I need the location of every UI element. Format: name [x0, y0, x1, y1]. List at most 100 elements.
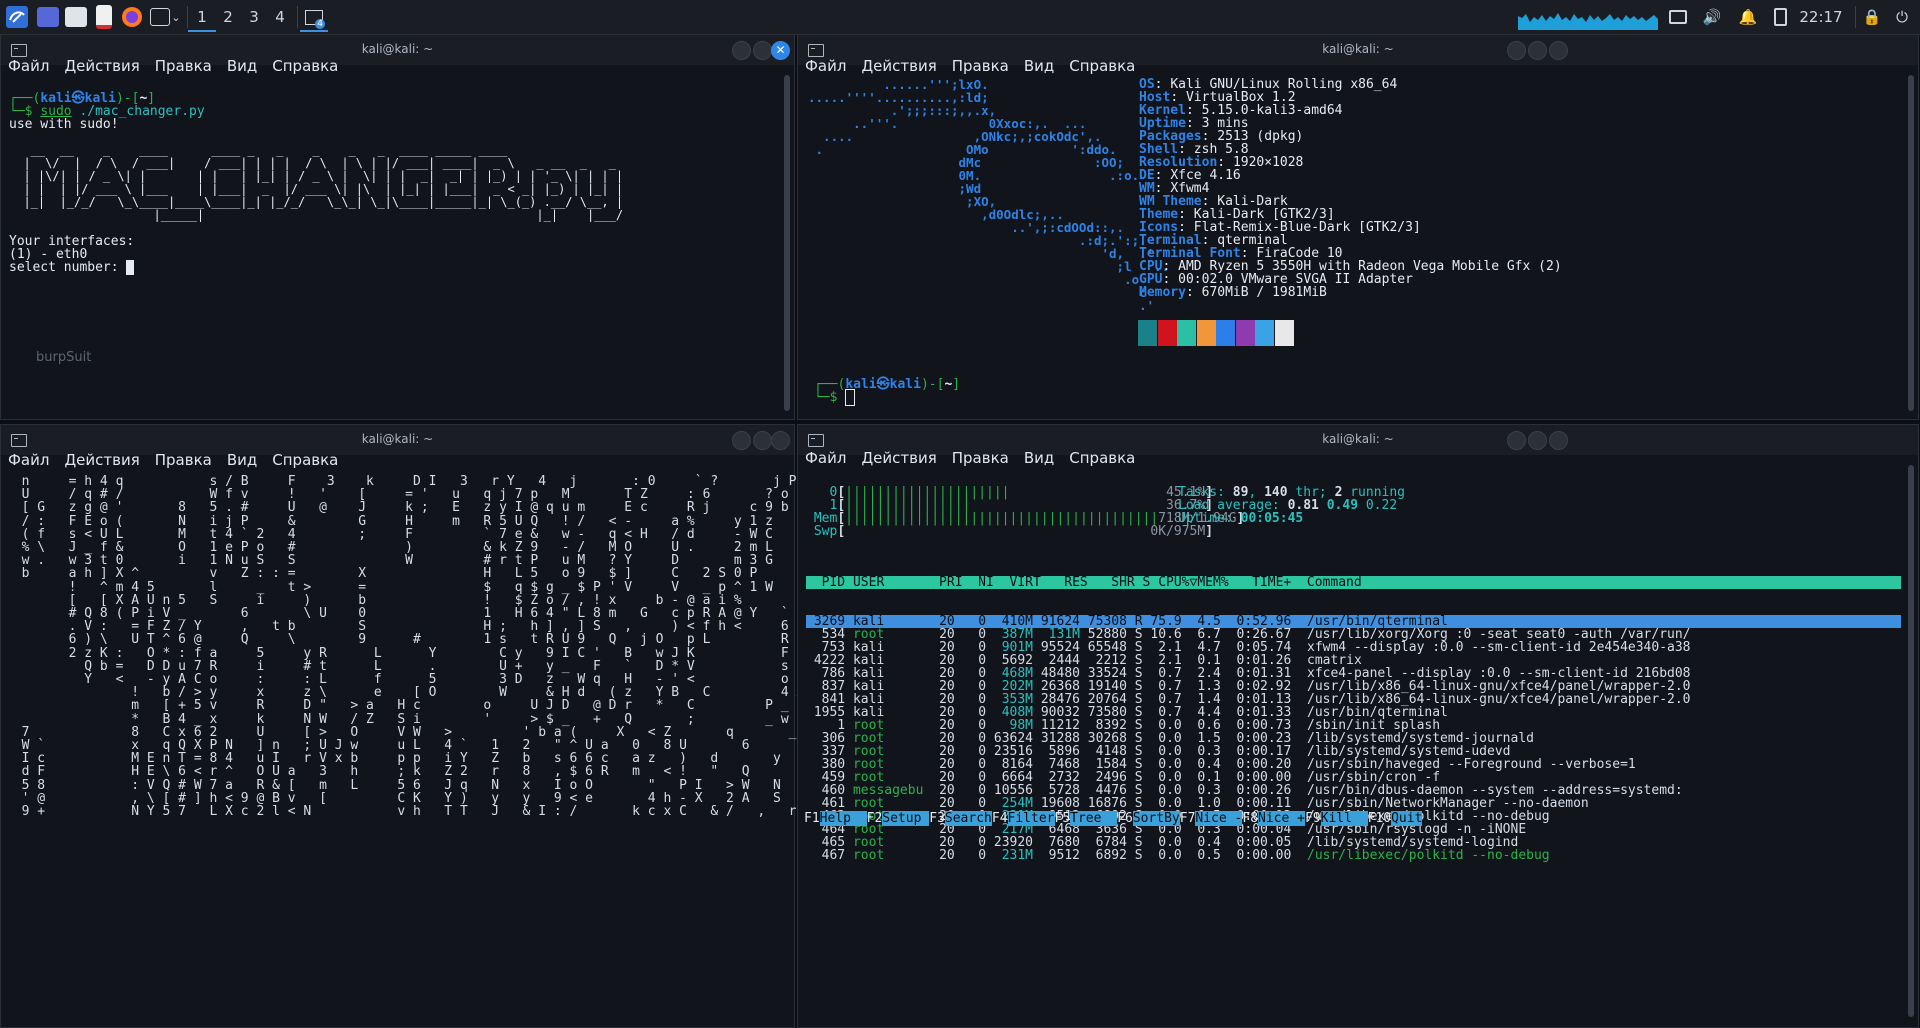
- menu-edit[interactable]: Правка: [945, 57, 1017, 79]
- fkey-label[interactable]: Nice +: [1258, 811, 1305, 826]
- menu-edit[interactable]: Правка: [148, 451, 220, 473]
- uptime-label: Uptime:: [1178, 511, 1233, 526]
- workspace-2[interactable]: 2: [214, 4, 242, 30]
- menu-file[interactable]: Файл: [1, 451, 57, 473]
- volume-icon[interactable]: 🔊: [1700, 4, 1724, 30]
- battery-icon[interactable]: [1768, 4, 1792, 30]
- terminal-window-mac-changer[interactable]: kali@kali: ~ ✕ Файл Действия Правка Вид …: [0, 34, 795, 420]
- menu-view[interactable]: Вид: [1017, 449, 1062, 471]
- select-prompt: select number:: [9, 260, 127, 275]
- fkey-f6[interactable]: F6: [1117, 811, 1133, 826]
- scrollbar[interactable]: [1908, 75, 1914, 411]
- menu-view[interactable]: Вид: [220, 57, 265, 79]
- fkey-label[interactable]: Kill: [1320, 811, 1368, 826]
- terminal-prompt[interactable]: ┌──(kali㉿kali)-[~] └─$: [814, 377, 960, 406]
- close-button[interactable]: [771, 431, 790, 450]
- menu-help[interactable]: Справка: [1062, 57, 1143, 79]
- minimize-button[interactable]: [732, 41, 751, 60]
- chevron-down-icon[interactable]: ⌄: [170, 4, 182, 30]
- show-desktop-icon[interactable]: [36, 4, 60, 30]
- desktop-icon-burpsuite[interactable]: burpSuit: [36, 350, 91, 365]
- menu-bar: Файл Действия Правка Вид Справка: [798, 449, 1143, 471]
- fkey-label[interactable]: Filter: [1007, 811, 1055, 826]
- workspace-1[interactable]: 1: [188, 4, 216, 32]
- close-button[interactable]: ✕: [771, 41, 790, 60]
- notifications-icon[interactable]: 🔔: [1736, 4, 1760, 30]
- fkey-f5[interactable]: F5: [1055, 811, 1071, 826]
- fkey-label[interactable]: Setup: [882, 811, 930, 826]
- maximize-button[interactable]: [753, 41, 772, 60]
- fkey-label[interactable]: Tree: [1070, 811, 1118, 826]
- menu-file[interactable]: Файл: [798, 57, 854, 79]
- menu-bar: Файл Действия Правка Вид Справка: [1, 451, 346, 473]
- kali-menu-icon[interactable]: [4, 4, 30, 30]
- terminal-launcher-icon[interactable]: [148, 4, 172, 30]
- fkey-f7[interactable]: F7: [1180, 811, 1196, 826]
- menu-file[interactable]: Файл: [1, 57, 57, 79]
- file-manager-icon[interactable]: [64, 4, 88, 30]
- palette-swatch: [1255, 320, 1274, 346]
- menu-view[interactable]: Вид: [1017, 57, 1062, 79]
- fkey-f10[interactable]: F10: [1368, 811, 1391, 826]
- fkey-f4[interactable]: F4: [992, 811, 1008, 826]
- taskbar-terminal-group[interactable]: 4: [300, 4, 328, 32]
- meter-value: 0K/975M: [1150, 524, 1206, 539]
- fkey-label[interactable]: Nice -: [1195, 811, 1243, 826]
- process-table-header[interactable]: PID USER PRI NI VIRT RES SHR S CPU%▽MEM%…: [806, 576, 1901, 589]
- scrollbar[interactable]: [784, 75, 790, 411]
- window-title: kali@kali: ~: [361, 432, 434, 446]
- menu-file[interactable]: Файл: [798, 449, 854, 471]
- fkey-f2[interactable]: F2: [867, 811, 883, 826]
- menu-view[interactable]: Вид: [220, 451, 265, 473]
- fkey-f8[interactable]: F8: [1242, 811, 1258, 826]
- power-icon[interactable]: ⏻: [1890, 4, 1914, 30]
- fkey-label[interactable]: Quit: [1391, 811, 1423, 826]
- fkey-f1[interactable]: F1: [804, 811, 820, 826]
- menu-actions[interactable]: Действия: [854, 57, 944, 79]
- terminal-output[interactable]: ┌──(kali㉿kali)-[~] └─$ sudo ./mac_change…: [9, 92, 623, 275]
- fkey-f9[interactable]: F9: [1305, 811, 1321, 826]
- fkey-f3[interactable]: F3: [929, 811, 945, 826]
- prompt-at: ㉿: [876, 377, 890, 392]
- palette-swatch: [1235, 320, 1255, 346]
- fkey-label[interactable]: Help: [819, 811, 867, 826]
- htop-summary: Tasks: 89, 140 thr; 2 running Load avera…: [1178, 485, 1406, 526]
- info-colon: :: [1185, 285, 1202, 300]
- fkey-label[interactable]: SortBy: [1132, 811, 1180, 826]
- maximize-button[interactable]: [1528, 431, 1547, 450]
- workspace-3-label: 3: [249, 8, 259, 26]
- close-button[interactable]: [1549, 431, 1568, 450]
- prompt-dir-open: )-[: [920, 377, 945, 392]
- minimize-button[interactable]: [732, 431, 751, 450]
- info-value: 670MiB / 1981MiB: [1201, 285, 1327, 300]
- menu-edit[interactable]: Правка: [148, 57, 220, 79]
- clock[interactable]: 22:17: [1796, 4, 1846, 30]
- minimize-button[interactable]: [1507, 41, 1526, 60]
- prompt-line2: └─$: [814, 390, 846, 405]
- menu-actions[interactable]: Действия: [57, 57, 147, 79]
- text-editor-icon[interactable]: [92, 4, 116, 30]
- minimize-button[interactable]: [1507, 431, 1526, 450]
- maximize-button[interactable]: [753, 431, 772, 450]
- terminal-window-htop[interactable]: kali@kali: ~ Файл Действия Правка Вид Сп…: [797, 424, 1919, 1028]
- menu-edit[interactable]: Правка: [945, 449, 1017, 471]
- workspace-3[interactable]: 3: [240, 4, 268, 30]
- menu-help[interactable]: Справка: [1062, 449, 1143, 471]
- menu-help[interactable]: Справка: [265, 57, 346, 79]
- terminal-window-neofetch[interactable]: kali@kali: ~ Файл Действия Правка Вид Сп…: [797, 34, 1919, 420]
- load-5: 0.49: [1326, 498, 1359, 513]
- display-icon[interactable]: [1666, 4, 1690, 30]
- process-shr: 6892: [1079, 848, 1127, 863]
- process-row[interactable]: 467 root 20 0 231M 9512 6892 S 0.0 0.5 0…: [806, 849, 1901, 862]
- palette-swatch: [1274, 320, 1294, 346]
- workspace-4[interactable]: 4: [266, 4, 294, 30]
- menu-actions[interactable]: Действия: [57, 451, 147, 473]
- fkey-label[interactable]: Search: [944, 811, 992, 826]
- scrollbar[interactable]: [1908, 465, 1914, 1017]
- lock-icon[interactable]: 🔒: [1860, 4, 1884, 30]
- menu-help[interactable]: Справка: [265, 451, 346, 473]
- firefox-icon[interactable]: [120, 4, 144, 30]
- close-button[interactable]: [1549, 41, 1568, 60]
- maximize-button[interactable]: [1528, 41, 1547, 60]
- menu-actions[interactable]: Действия: [854, 449, 944, 471]
